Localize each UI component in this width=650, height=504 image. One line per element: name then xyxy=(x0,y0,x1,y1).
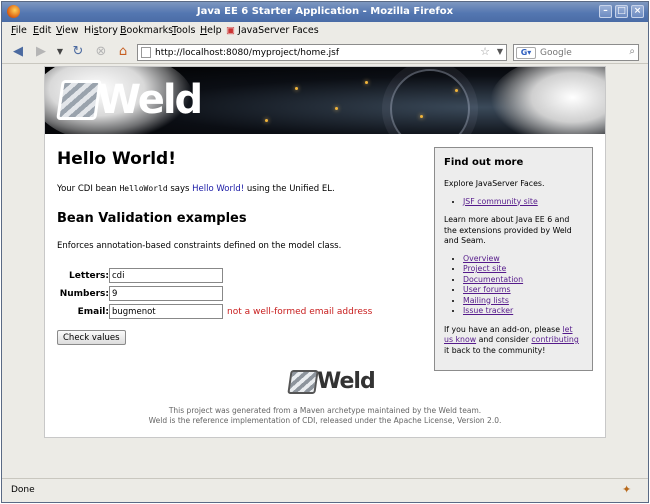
banner-spark xyxy=(335,107,338,110)
banner-spark xyxy=(265,119,268,122)
letters-row: Letters: xyxy=(57,268,427,286)
weld-logo: Weld xyxy=(56,77,203,123)
project-site-link[interactable]: Project site xyxy=(463,264,506,273)
window-title: Java EE 6 Starter Application - Mozilla … xyxy=(196,6,454,17)
close-button[interactable]: × xyxy=(631,5,644,18)
history-dropdown-icon[interactable]: ▼ xyxy=(52,44,68,60)
email-row: Email: not a well-formed email address xyxy=(57,304,427,322)
reload-icon[interactable]: ↻ xyxy=(70,44,86,60)
footer-line-1: This project was generated from a Maven … xyxy=(168,406,482,415)
bookmark-icon: ▣ xyxy=(226,25,235,36)
title-bar: Java EE 6 Starter Application - Mozilla … xyxy=(2,2,648,22)
bean-name: HelloWorld xyxy=(119,184,168,193)
navigation-toolbar: ◀ ▶ ▼ ↻ ⊗ ⌂ ☆ ▼ G▾ ⌕ xyxy=(2,40,648,64)
search-icon[interactable]: ⌕ xyxy=(629,46,635,57)
list-item: Mailing lists xyxy=(463,296,583,307)
weld-logo-text: Weld xyxy=(97,77,203,123)
jsf-text: Explore JavaServer Faces. xyxy=(444,179,545,188)
search-bar[interactable]: G▾ ⌕ xyxy=(513,44,639,61)
banner-spark xyxy=(455,89,458,92)
home-icon[interactable]: ⌂ xyxy=(115,44,131,60)
menu-edit[interactable]: Edit xyxy=(33,25,51,36)
web-page: Weld Hello World! Your CDI bean HelloWor… xyxy=(44,66,606,438)
documentation-link[interactable]: Documentation xyxy=(463,275,523,284)
maximize-button[interactable]: □ xyxy=(615,5,628,18)
letters-label: Letters: xyxy=(69,271,109,281)
url-bar[interactable]: ☆ ▼ xyxy=(137,44,507,61)
url-input[interactable] xyxy=(155,46,475,59)
google-icon[interactable]: G▾ xyxy=(516,47,536,59)
issue-tracker-link[interactable]: Issue tracker xyxy=(463,306,513,315)
menu-bar: File Edit View History Bookmarks Tools H… xyxy=(2,22,648,40)
email-field[interactable] xyxy=(109,304,223,319)
hello-world-link[interactable]: Hello World! xyxy=(192,184,244,194)
jsf-link-list: JSF community site xyxy=(444,197,583,208)
email-label: Email: xyxy=(77,307,109,317)
banner-ring xyxy=(390,69,470,134)
browser-window: Java EE 6 Starter Application - Mozilla … xyxy=(1,1,649,503)
weld-logo-mark-icon xyxy=(56,80,102,120)
weld-logo-mark-icon xyxy=(287,369,319,394)
footer-logo-text: Weld xyxy=(317,369,376,394)
bookmark-javaserver-faces[interactable]: ▣ JavaServer Faces xyxy=(226,25,319,36)
content-viewport: Weld Hello World! Your CDI bean HelloWor… xyxy=(2,65,648,478)
minimize-button[interactable]: – xyxy=(599,5,612,18)
numbers-field[interactable] xyxy=(109,286,223,301)
overview-link[interactable]: Overview xyxy=(463,254,500,263)
mailing-lists-link[interactable]: Mailing lists xyxy=(463,296,509,305)
page-icon xyxy=(141,47,151,58)
find-out-more-sidebar: Find out more Explore JavaServer Faces. … xyxy=(434,147,593,371)
search-input[interactable] xyxy=(540,46,624,59)
list-item: User forums xyxy=(463,285,583,296)
url-dropdown-icon[interactable]: ▼ xyxy=(497,47,503,56)
banner-spark xyxy=(365,81,368,84)
header-banner: Weld xyxy=(45,67,605,134)
intro-paragraph: Your CDI bean HelloWorld says Hello Worl… xyxy=(57,184,335,194)
main-content: Hello World! Your CDI bean HelloWorld sa… xyxy=(57,149,427,345)
forward-icon[interactable]: ▶ xyxy=(33,44,49,60)
status-text: Done xyxy=(11,485,35,495)
jsf-community-link[interactable]: JSF community site xyxy=(463,197,538,206)
resource-link-list: Overview Project site Documentation User… xyxy=(444,254,583,317)
page-heading: Hello World! xyxy=(57,149,176,169)
list-item: Project site xyxy=(463,264,583,275)
banner-spark xyxy=(420,115,423,118)
list-item: JSF community site xyxy=(463,197,583,208)
footer-weld-logo: Weld xyxy=(287,369,376,394)
addon-paragraph: If you have an add-on, please let us kno… xyxy=(444,324,579,355)
section-description: Enforces annotation-based constraints de… xyxy=(57,241,342,251)
banner-cloud-right xyxy=(490,67,605,134)
list-item: Documentation xyxy=(463,275,583,286)
check-values-button[interactable]: Check values xyxy=(57,330,126,345)
menu-tools[interactable]: Tools xyxy=(172,25,195,36)
addon-status-icon[interactable]: ✦ xyxy=(622,483,634,496)
stop-icon[interactable]: ⊗ xyxy=(93,44,109,60)
status-bar: Done ✦ xyxy=(2,478,648,502)
footer-text: This project was generated from a Maven … xyxy=(45,406,605,426)
section-heading: Bean Validation examples xyxy=(57,211,247,226)
menu-file[interactable]: File xyxy=(11,25,27,36)
sidebar-heading: Find out more xyxy=(444,157,524,168)
footer-line-2: Weld is the reference implementation of … xyxy=(148,416,502,425)
email-error-message: not a well-formed email address xyxy=(227,307,373,317)
menu-view[interactable]: View xyxy=(56,25,79,36)
menu-history[interactable]: History xyxy=(84,25,118,36)
list-item: Overview xyxy=(463,254,583,265)
user-forums-link[interactable]: User forums xyxy=(463,285,511,294)
contributing-link[interactable]: contributing xyxy=(531,335,578,344)
menu-help[interactable]: Help xyxy=(200,25,222,36)
validation-form: Letters: Numbers: Email: not a well-form… xyxy=(57,268,427,345)
banner-spark xyxy=(295,87,298,90)
numbers-row: Numbers: xyxy=(57,286,427,304)
javaee-text: Learn more about Java EE 6 and the exten… xyxy=(444,215,572,245)
bookmark-star-icon[interactable]: ☆ xyxy=(480,45,490,58)
menu-bookmarks[interactable]: Bookmarks xyxy=(120,25,173,36)
back-icon[interactable]: ◀ xyxy=(10,44,26,60)
numbers-label: Numbers: xyxy=(59,289,109,299)
letters-field[interactable] xyxy=(109,268,223,283)
list-item: Issue tracker xyxy=(463,306,583,317)
